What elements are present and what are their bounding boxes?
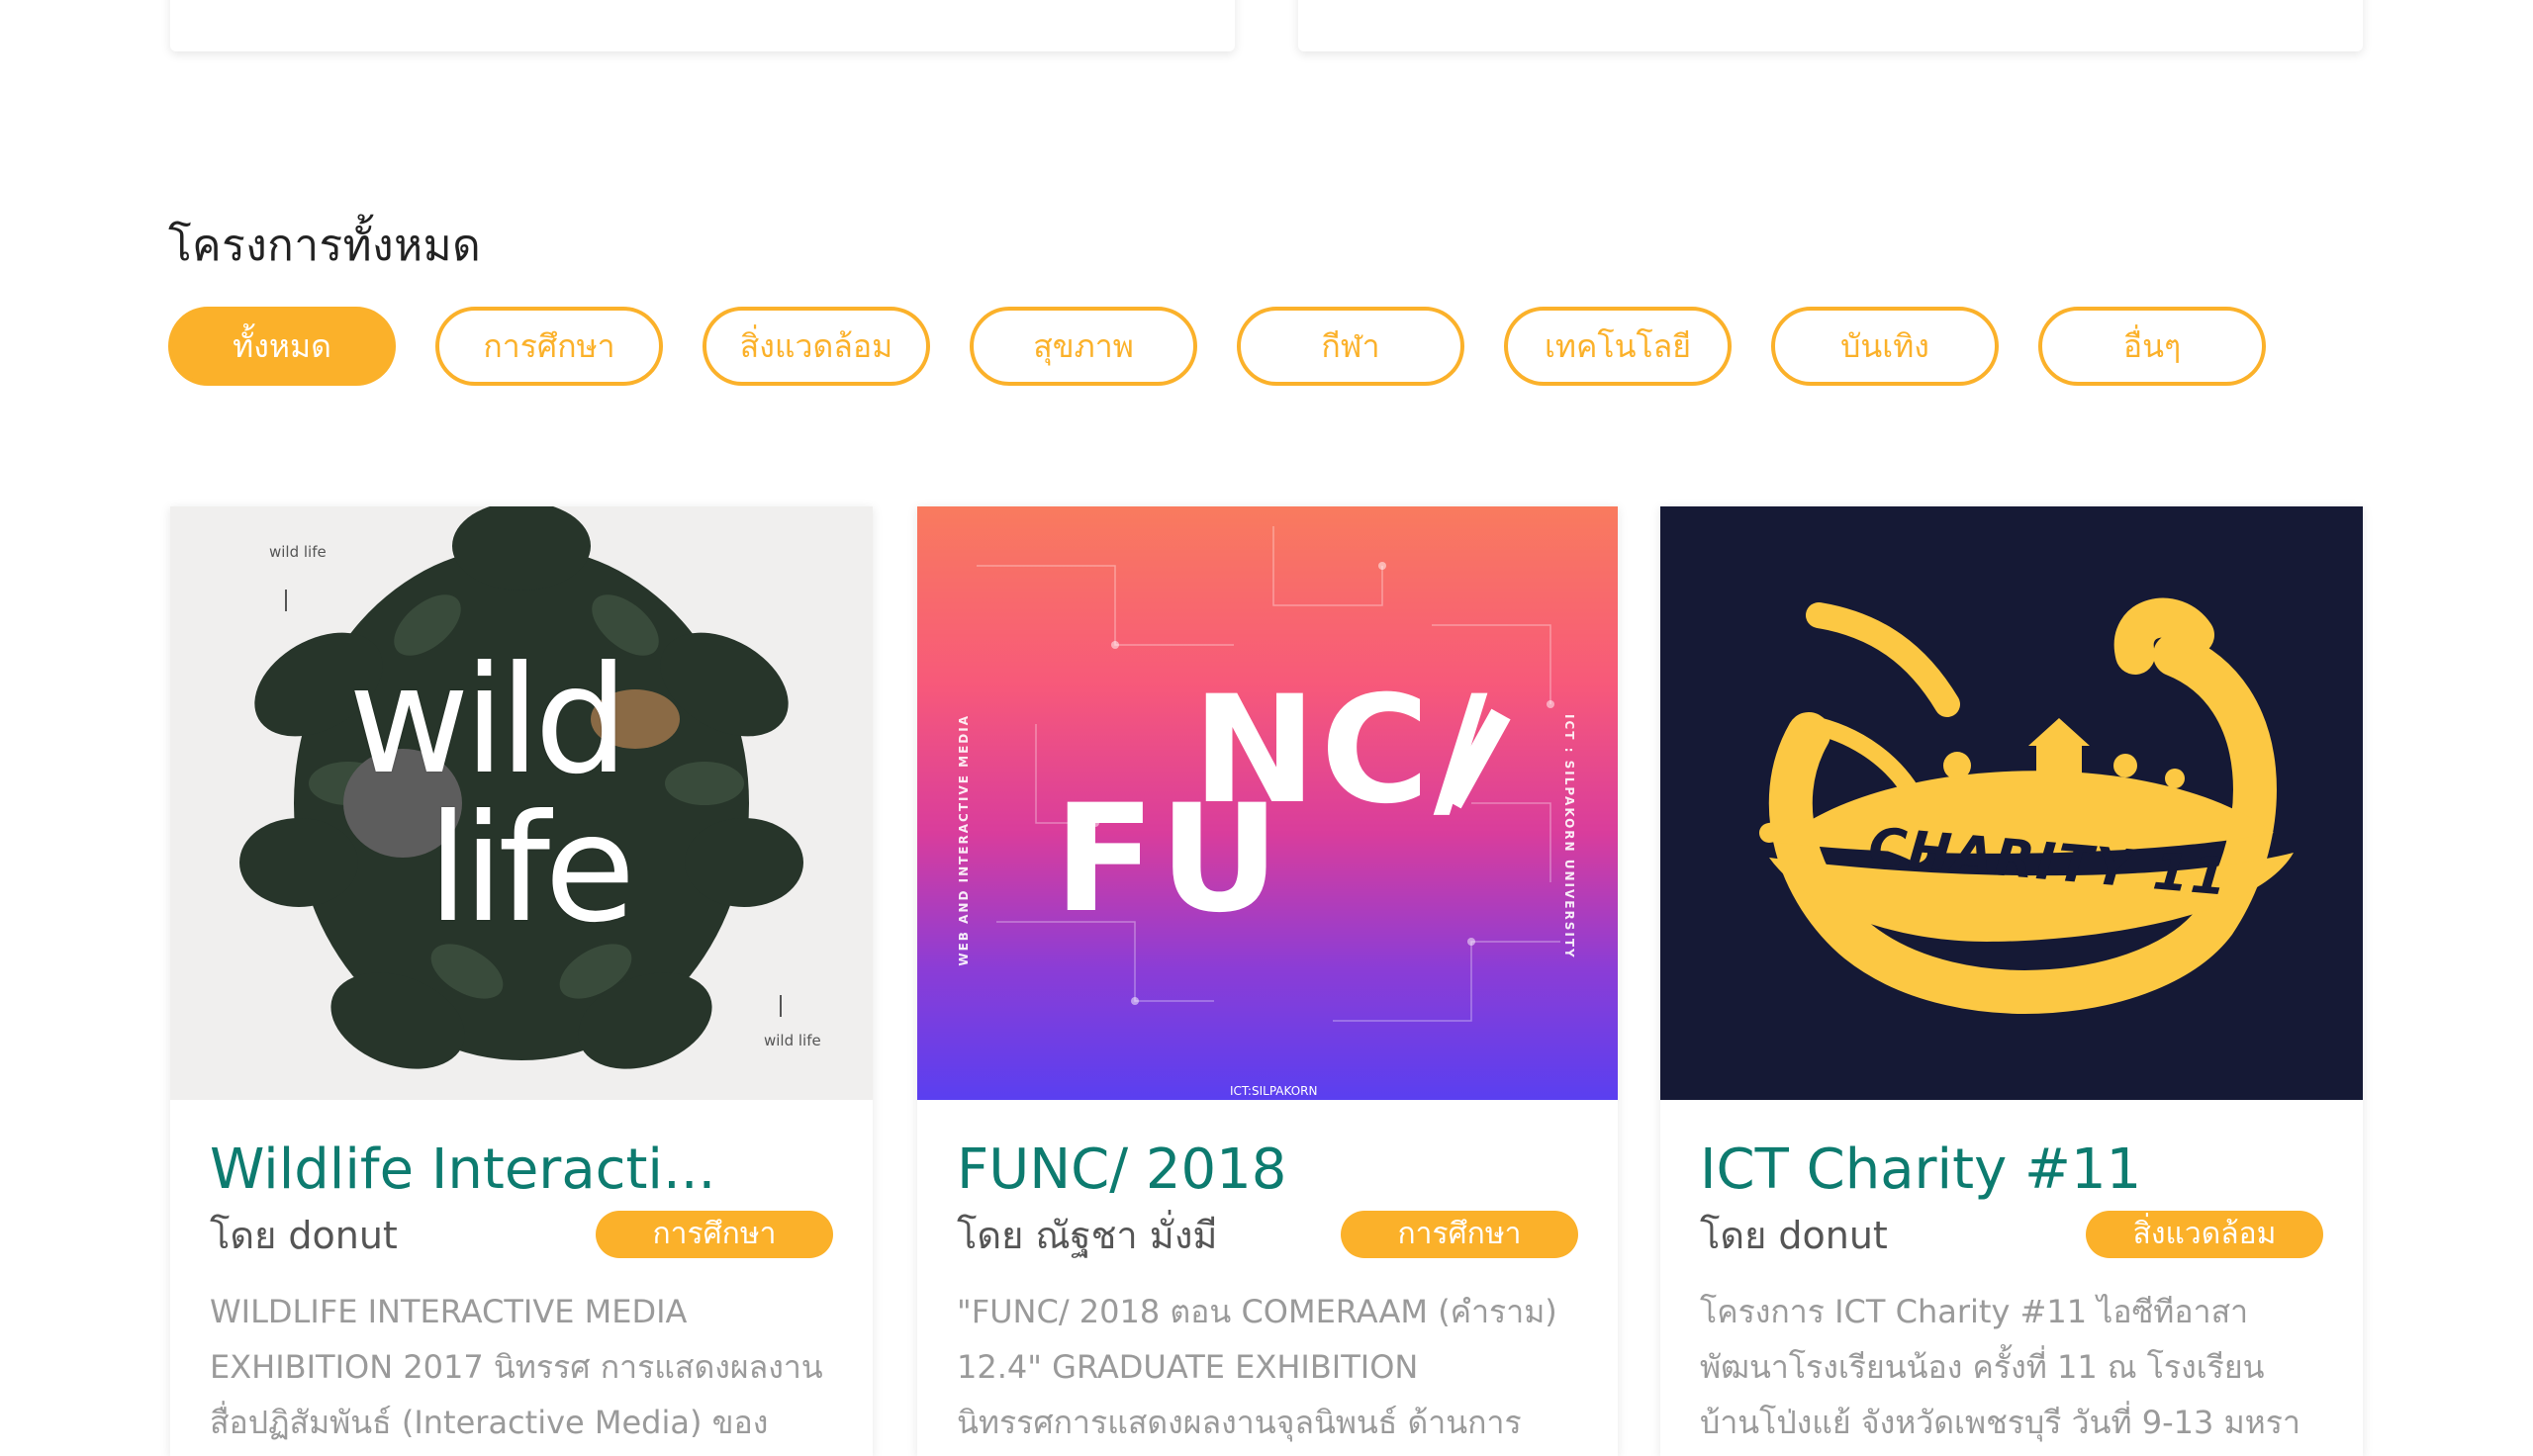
project-author: โดย ณัฐชา มั่งมี xyxy=(957,1205,1217,1265)
func-side-right: ICT : SILPAKORN UNIVERSITY xyxy=(1562,714,1576,959)
project-thumbnail[interactable]: NC/ FU WEB AND INTERACTIVE MEDIA ICT : S… xyxy=(917,506,1618,1100)
wildlife-label-bottom: wild life xyxy=(764,1032,821,1049)
project-description: WILDLIFE INTERACTIVE MEDIA EXHIBITION 20… xyxy=(210,1293,823,1441)
project-title[interactable]: ICT Charity #11 xyxy=(1700,1138,2323,1203)
func-side-left: WEB AND INTERACTIVE MEDIA xyxy=(957,714,971,966)
by-label: โดย xyxy=(210,1213,277,1257)
filter-health[interactable]: สุขภาพ xyxy=(970,307,1197,386)
wildlife-word-top: wild xyxy=(348,635,628,807)
wildlife-word-bottom: life xyxy=(427,783,635,956)
project-author: โดย donut xyxy=(210,1205,398,1265)
func-word-bottom: FU xyxy=(1054,774,1284,946)
filter-sports[interactable]: กีฬา xyxy=(1237,307,1464,386)
author-name[interactable]: donut xyxy=(288,1214,397,1257)
filter-education[interactable]: การศึกษา xyxy=(435,307,663,386)
project-card[interactable]: wild life wild life wild life Wildlife I… xyxy=(170,506,873,1456)
project-description: "FUNC/ 2018 ตอน COMERAAM (คำราม) 12.4" G… xyxy=(957,1293,1557,1441)
divider xyxy=(285,590,287,611)
featured-card-right[interactable] xyxy=(1298,0,2363,51)
project-thumbnail[interactable]: wild life wild life wild life xyxy=(170,506,873,1100)
divider xyxy=(780,995,782,1017)
filter-entertainment[interactable]: บันเทิง xyxy=(1771,307,1999,386)
wildlife-label-top: wild life xyxy=(269,543,327,561)
category-badge[interactable]: สิ่งแวดล้อม xyxy=(2086,1211,2323,1258)
section-title: โครงการทั้งหมด xyxy=(168,220,482,271)
project-title[interactable]: Wildlife Interacti... xyxy=(210,1138,833,1203)
filter-technology[interactable]: เทคโนโลยี xyxy=(1504,307,1732,386)
charity-brush-logo xyxy=(1759,597,2294,1014)
author-name[interactable]: donut xyxy=(1778,1214,1887,1257)
category-filters: ทั้งหมด การศึกษา สิ่งแวดล้อม สุขภาพ กีฬา… xyxy=(168,307,2266,386)
by-label: โดย xyxy=(957,1213,1024,1257)
project-description: โครงการ ICT Charity #11 ไอซีทีอาสาพัฒนาโ… xyxy=(1700,1293,2300,1441)
author-name[interactable]: ณัฐชา มั่งมี xyxy=(1035,1214,1217,1257)
project-card[interactable]: CHARITY 11 ICT Charity #11 โดย donut สิ่ง… xyxy=(1660,506,2363,1456)
project-thumbnail[interactable]: CHARITY 11 xyxy=(1660,506,2363,1100)
filter-others[interactable]: อื่นๆ xyxy=(2038,307,2266,386)
by-label: โดย xyxy=(1700,1213,1767,1257)
featured-card-left[interactable] xyxy=(170,0,1235,51)
project-title[interactable]: FUNC/ 2018 xyxy=(957,1138,1578,1203)
filter-all[interactable]: ทั้งหมด xyxy=(168,307,396,386)
category-badge[interactable]: การศึกษา xyxy=(596,1211,833,1258)
project-author: โดย donut xyxy=(1700,1205,1888,1265)
category-badge[interactable]: การศึกษา xyxy=(1341,1211,1578,1258)
filter-environment[interactable]: สิ่งแวดล้อม xyxy=(703,307,930,386)
func-footer: ICT:SILPAKORN xyxy=(1230,1084,1318,1098)
project-card[interactable]: NC/ FU WEB AND INTERACTIVE MEDIA ICT : S… xyxy=(917,506,1618,1456)
